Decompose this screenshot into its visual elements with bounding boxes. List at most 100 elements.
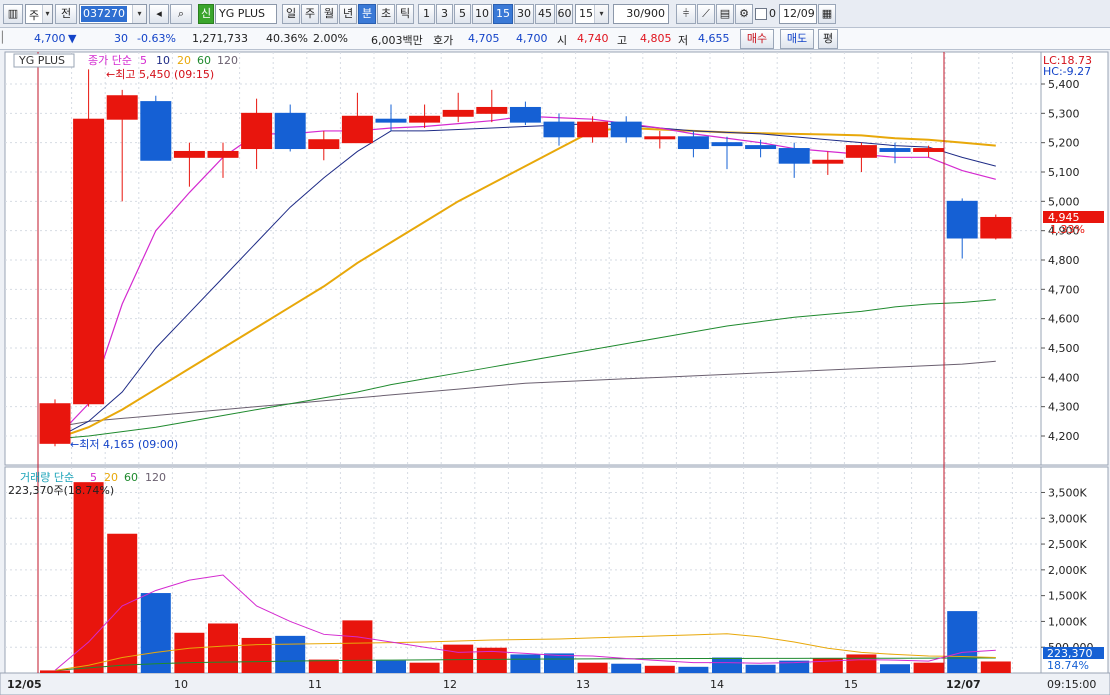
count-max: /900 [640,7,665,20]
tab-second[interactable]: 초 [377,4,395,24]
period-type-value: 주 [29,9,40,22]
date-input[interactable]: 12/09 [779,4,817,24]
volume-bar [980,661,1011,673]
quote-left-mark: ▏ [2,31,11,44]
candle-down [375,118,407,123]
volume-bar [510,654,541,673]
tab-month[interactable]: 월 [320,4,338,24]
volume-bar [73,482,104,673]
volume-bar [241,637,272,673]
count-value: 30 [626,7,641,20]
volume-bar [107,533,138,673]
volume-bar [577,662,608,673]
x-label-13: 13 [576,678,590,691]
candle-up [308,139,340,150]
candle-up [577,121,609,138]
vol-legend-ma60: 60 [124,471,138,484]
volume-bar [40,670,70,673]
speaker-icon[interactable]: ◂ [149,4,169,24]
interval-60[interactable]: 60 [556,4,573,24]
open-label: 시 [557,34,568,47]
interval-1[interactable]: 1 [418,4,435,24]
x-label-11: 11 [308,678,322,691]
current-price-pct: 1.33% [1050,223,1085,236]
x-label-14: 14 [710,678,724,691]
volume-bar [308,659,339,673]
volume-bar [140,593,171,673]
date-value: 12/09 [783,7,815,20]
eval-button[interactable]: 평 [818,29,838,49]
y-tick-label: 4,200 [1048,430,1080,443]
stock-chart[interactable]: 5,4005,3005,2005,1005,0004,9004,8004,700… [0,50,1110,695]
candle-up [409,115,441,123]
amount: 6,003백만 [371,34,423,47]
interval-10[interactable]: 10 [472,4,492,24]
chevron-down-icon: ▾ [594,5,608,23]
calendar-icon[interactable]: ▦ [818,4,836,24]
volume-bar [409,662,440,673]
toolbar: ▥ 주 ▾ 전 037270 ▾ ◂ ⌕ 신 YG PLUS 일 주 월 년 분… [0,0,1110,28]
volume-bar [376,660,406,673]
prev-button[interactable]: 전 [55,4,77,24]
tab-day[interactable]: 일 [282,4,300,24]
vol-legend-ma5: 5 [90,471,97,484]
stock-code-input[interactable]: 037270 ▾ [79,4,147,24]
volume-bar [745,664,776,673]
stock-name-field[interactable]: YG PLUS [215,4,277,24]
tab-minute[interactable]: 분 [358,4,376,24]
interval-5[interactable]: 5 [454,4,471,24]
volume-tick-label: 1,500K [1048,590,1087,603]
x-label-1207: 12/07 [946,678,981,691]
y-tick-label: 4,300 [1048,401,1080,414]
candle-down [543,121,575,138]
vol-legend-ma20: 20 [104,471,118,484]
interval-select[interactable]: 15 ▾ [575,4,609,24]
interval-30[interactable]: 30 [514,4,534,24]
sell-button[interactable]: 매도 [780,29,814,49]
candle-down [745,145,777,150]
low-note: ←최저 4,165 (09:00) [70,438,178,451]
y-tick-label: 4,700 [1048,283,1080,296]
x-label-15: 15 [844,678,858,691]
candle-up [644,136,676,140]
gear-icon[interactable]: ⚙ [735,4,753,24]
volume-summary: 223,370주(18.74%) [8,484,114,497]
legend-ma5: 5 [140,54,147,67]
current-volume-pct: 18.74% [1047,659,1089,672]
candle-up [845,145,877,158]
stock-code-value: 037270 [81,6,127,22]
save-icon[interactable]: ▤ [716,4,734,24]
candle-down [610,121,642,138]
y-tick-label: 5,100 [1048,166,1080,179]
price-legend-prefix: 종가 단순 [88,54,132,67]
chart-type-icon[interactable]: ▥ [3,4,23,24]
x-axis-time: 09:15:00 [1047,678,1096,691]
candle-down [274,112,306,150]
checkbox[interactable] [755,8,767,20]
candle-up [442,109,474,117]
count-input[interactable]: 30/900 [613,4,669,24]
ask-value: 4,705 [468,32,500,45]
candle-down [677,136,709,150]
stock-name-tag-text: YG PLUS [18,54,65,67]
volume-bar [712,657,742,673]
tab-tick[interactable]: 틱 [396,4,414,24]
interval-15[interactable]: 15 [493,4,513,24]
interval-3[interactable]: 3 [436,4,453,24]
market-badge: 신 [198,4,214,24]
draw-line-icon[interactable]: ⟋ [697,4,715,24]
search-icon[interactable]: ⌕ [170,4,192,24]
period-type-select[interactable]: 주 ▾ [25,4,53,24]
candle-up [476,106,508,114]
candle-icon[interactable]: ⫩ [676,4,696,24]
candle-down [509,106,541,123]
candle-down [879,148,911,152]
buy-button[interactable]: 매수 [740,29,774,49]
low-value: 4,655 [698,32,730,45]
x-label-1205: 12/05 [7,678,42,691]
legend-ma10: 10 [156,54,170,67]
tab-year[interactable]: 년 [339,4,357,24]
interval-45[interactable]: 45 [535,4,555,24]
tab-week[interactable]: 주 [301,4,319,24]
interval-select-value: 15 [579,7,593,20]
